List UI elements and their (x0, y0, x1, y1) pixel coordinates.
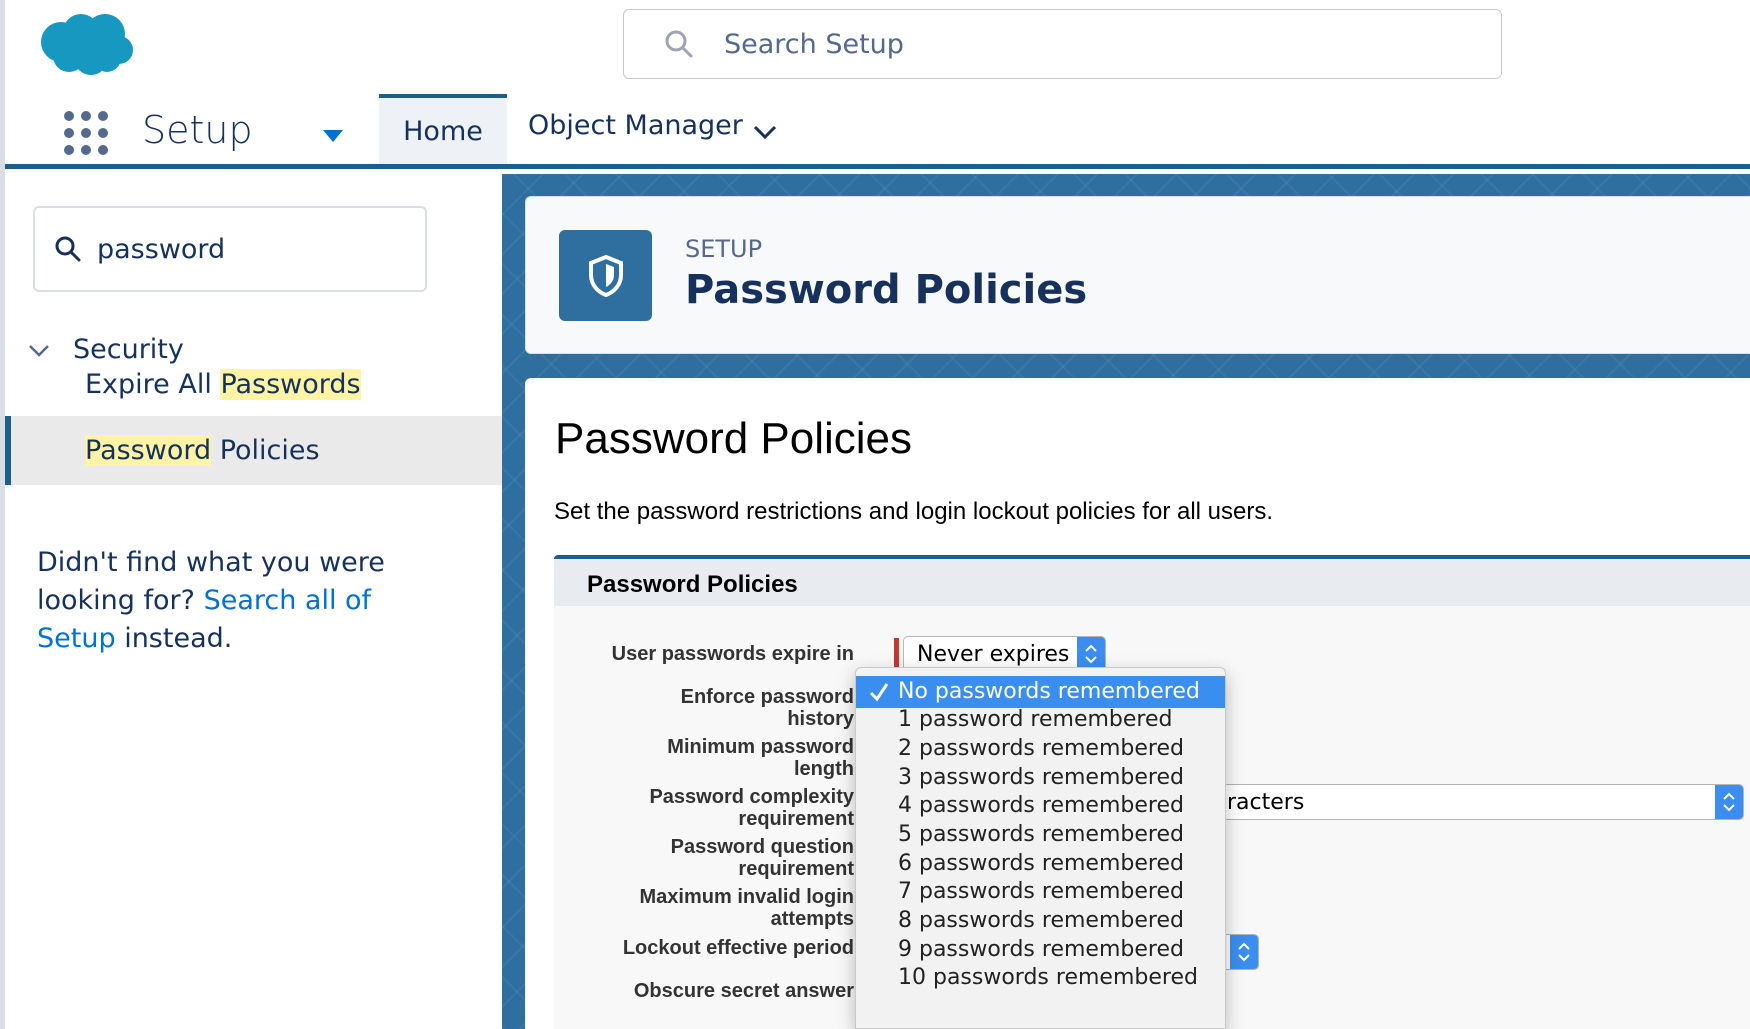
search-icon (665, 30, 693, 58)
dropdown-option[interactable]: 1 password remembered (856, 704, 1225, 736)
label-min-length: Minimum password length (594, 736, 854, 780)
label-line: requirement (738, 858, 854, 880)
select-value: racters (1227, 790, 1305, 815)
search-icon (55, 236, 81, 262)
dropdown-option[interactable]: 5 passwords remembered (856, 819, 1225, 851)
label-line: Password complexity (649, 786, 854, 808)
quick-find-box[interactable] (33, 206, 427, 292)
option-label: 4 passwords remembered (898, 793, 1184, 818)
salesforce-cloud-logo[interactable] (39, 12, 135, 78)
context-bar: Setup Home Object Manager (5, 94, 1750, 169)
label-password-expire: User passwords expire in (611, 643, 854, 665)
app-name: Setup (142, 108, 253, 152)
field-labels: User passwords expire in Enforce passwor… (574, 606, 854, 1029)
dropdown-option[interactable]: 8 passwords remembered (856, 905, 1225, 937)
label-lockout-period: Lockout effective period (622, 937, 854, 959)
option-label: 3 passwords remembered (898, 765, 1184, 790)
content-title: Password Policies (555, 414, 913, 463)
label-complexity: Password complexity requirement (594, 786, 854, 830)
search-match-highlight: Password (85, 435, 212, 466)
option-label: 5 passwords remembered (898, 822, 1184, 847)
item-text: Expire All (85, 369, 221, 400)
page-eyebrow: SETUP (685, 235, 763, 263)
global-search-placeholder: Search Setup (724, 28, 904, 60)
dropdown-option[interactable]: 2 passwords remembered (856, 733, 1225, 765)
label-line: Password question (670, 836, 854, 858)
chevron-down-icon[interactable] (751, 118, 779, 146)
tab-home[interactable]: Home (379, 94, 507, 164)
search-match-highlight: Passwords (220, 369, 361, 400)
content-description: Set the password restrictions and login … (554, 498, 1274, 525)
shield-icon (559, 230, 652, 321)
option-label: No passwords remembered (898, 679, 1200, 704)
label-line: Minimum password (667, 736, 854, 758)
not-found-suffix: instead. (124, 623, 233, 654)
option-label: 1 password remembered (898, 707, 1173, 732)
tab-object-manager[interactable]: Object Manager (528, 110, 743, 141)
label-line: attempts (770, 908, 854, 930)
section-title: Password Policies (587, 571, 798, 598)
not-found-message: Didn't find what you were looking for? S… (37, 544, 457, 658)
complexity-select[interactable]: racters (1214, 784, 1744, 820)
option-label: 9 passwords remembered (898, 937, 1184, 962)
select-stepper-icon (1077, 637, 1105, 671)
label-question: Password question requirement (594, 836, 854, 880)
caret-down-icon[interactable] (321, 124, 345, 148)
setup-sidebar: Security Expire All Passwords Password P… (5, 174, 502, 1029)
label-line: requirement (738, 808, 854, 830)
required-indicator (894, 638, 899, 670)
option-label: 10 passwords remembered (898, 965, 1198, 990)
dropdown-option[interactable]: 10 passwords remembered (856, 962, 1225, 994)
global-header: Search Setup (5, 0, 1750, 94)
password-history-dropdown[interactable]: No passwords remembered 1 password remem… (855, 667, 1226, 1029)
section-header: Password Policies (554, 555, 1750, 606)
select-value: Never expires (917, 642, 1070, 667)
select-stepper-icon (1715, 785, 1743, 819)
item-text: Policies (211, 435, 320, 466)
label-line: length (794, 758, 854, 780)
quick-find-input[interactable] (97, 233, 397, 265)
option-label: 2 passwords remembered (898, 736, 1184, 761)
sidebar-item-password-policies[interactable]: Password Policies (5, 416, 502, 485)
label-enforce-history: Enforce password history (594, 686, 854, 730)
option-label: 8 passwords remembered (898, 908, 1184, 933)
sidebar-item-expire-all-passwords[interactable]: Expire All Passwords (5, 350, 502, 419)
page-title: Password Policies (685, 267, 1088, 313)
label-line: history (787, 708, 854, 730)
dropdown-option[interactable]: 7 passwords remembered (856, 876, 1225, 908)
label-max-invalid: Maximum invalid login attempts (594, 886, 854, 930)
page-header: SETUP Password Policies (525, 196, 1750, 354)
select-stepper-icon (1230, 935, 1258, 969)
app-launcher-icon[interactable] (64, 111, 112, 159)
option-label: 6 passwords remembered (898, 851, 1184, 876)
label-line: Maximum invalid login (639, 886, 854, 908)
label-line: Enforce password (680, 686, 854, 708)
option-label: 7 passwords remembered (898, 879, 1184, 904)
global-search-box[interactable]: Search Setup (623, 9, 1502, 79)
label-obscure-answer: Obscure secret answer (633, 980, 854, 1002)
dropdown-option[interactable]: 4 passwords remembered (856, 790, 1225, 822)
